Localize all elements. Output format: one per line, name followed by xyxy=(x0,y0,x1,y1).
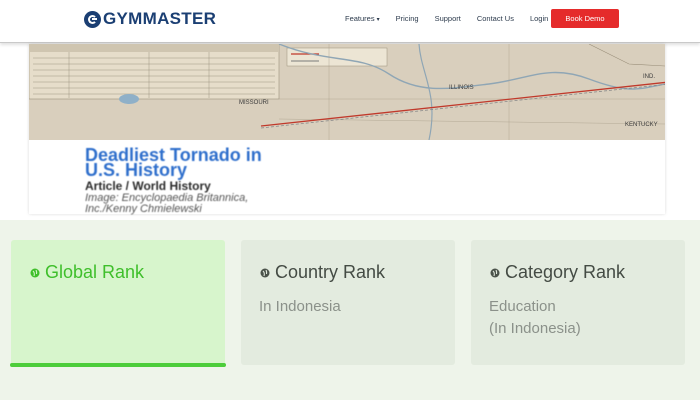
category-rank-title: Category Rank xyxy=(505,262,626,282)
global-rank-card[interactable]: Global Rank xyxy=(11,240,225,365)
nav-item-login[interactable]: Login xyxy=(530,14,548,23)
brand-logo[interactable]: GYMMASTER xyxy=(84,8,216,30)
book-demo-button[interactable]: Book Demo xyxy=(551,9,619,28)
main-nav: Features ▾ Pricing Support Contact Us Log… xyxy=(345,14,564,23)
nav-item-features[interactable]: Features ▾ xyxy=(345,14,380,23)
image-credit: Image: Encyclopaedia Britannica, Inc./Ke… xyxy=(85,193,605,215)
category-rank-scope-line-1: Education xyxy=(489,298,556,315)
country-rank-scope: In Indonesia xyxy=(259,296,341,318)
category-rank-header: Category Rank xyxy=(490,262,625,283)
global-rank-header: Global Rank xyxy=(30,262,144,283)
nav-item-support[interactable]: Support xyxy=(435,14,461,23)
article-category: Article / World History xyxy=(85,179,211,193)
category-rank-card[interactable]: Category Rank Education (In Indonesia) xyxy=(471,240,685,365)
global-rank-title: Global Rank xyxy=(45,262,145,282)
map-label-illinois: ILLINOIS xyxy=(449,85,474,91)
map-label-kentucky: KENTUCKY xyxy=(625,122,658,128)
tornado-map-image: MISSOURI ILLINOIS IND. KENTUCKY xyxy=(29,44,665,140)
brand-name: GYMMASTER xyxy=(103,9,217,28)
category-rank-scope: Education (In Indonesia) xyxy=(489,296,581,340)
active-tab-indicator xyxy=(10,363,226,367)
hero-image: MISSOURI ILLINOIS IND. KENTUCKY Deadlies… xyxy=(29,44,665,215)
nav-item-pricing[interactable]: Pricing xyxy=(396,14,419,23)
globe-icon xyxy=(490,268,500,277)
map-label-missouri: MISSOURI xyxy=(239,100,269,106)
article-title: Deadliest Tornado in U.S. History xyxy=(85,146,645,180)
nav-item-features-label: Features xyxy=(345,14,375,23)
globe-icon xyxy=(30,268,40,277)
site-header: GYMMASTER Features ▾ Pricing Support Cont… xyxy=(0,0,700,43)
caret-down-icon: ▾ xyxy=(376,17,380,23)
country-rank-title: Country Rank xyxy=(275,262,386,282)
nav-item-contact-us[interactable]: Contact Us xyxy=(477,14,514,23)
country-rank-scope-line-1: In Indonesia xyxy=(259,298,341,315)
country-rank-header: Country Rank xyxy=(260,262,385,283)
image-credit-line-2: Inc./Kenny Chmielewski xyxy=(85,203,202,215)
gymmaster-logo-icon xyxy=(84,10,101,28)
map-label-indiana: IND. xyxy=(643,74,655,80)
country-rank-card[interactable]: Country Rank In Indonesia xyxy=(241,240,455,365)
article-title-line-2: U.S. History xyxy=(85,160,188,180)
globe-icon xyxy=(260,268,270,277)
category-rank-scope-line-2: (In Indonesia) xyxy=(489,320,581,337)
